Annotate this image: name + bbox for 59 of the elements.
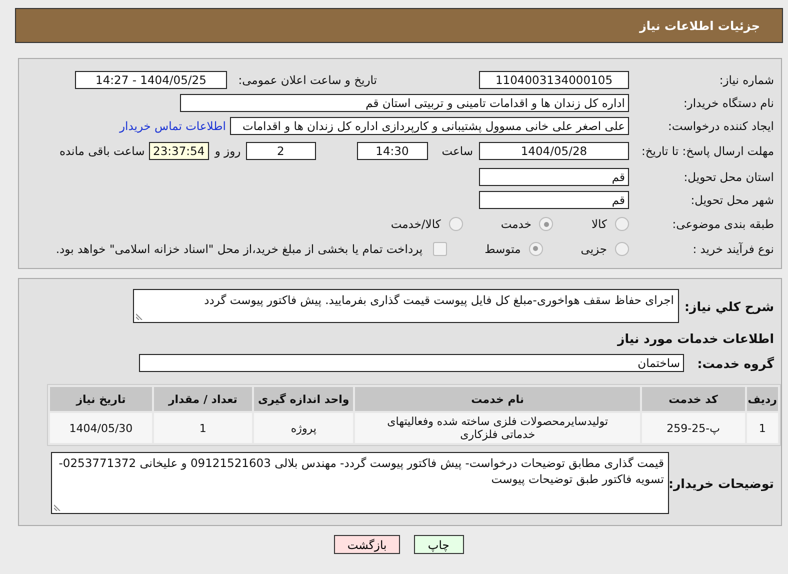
- radio-button[interactable]: [528, 242, 543, 256]
- field-label: نوع فرآیند خرید :: [692, 242, 774, 256]
- need-number-field[interactable]: 1104003134000105: [479, 70, 629, 88]
- column-header: ردیف: [746, 387, 778, 411]
- resize-grip-icon[interactable]: [54, 503, 62, 511]
- table-cell: 1: [154, 413, 252, 443]
- field-label: نام دستگاه خریدار:: [682, 96, 774, 110]
- province-field[interactable]: قم: [479, 168, 629, 186]
- service-group-field[interactable]: ساختمان: [139, 354, 684, 372]
- deadline-time-field[interactable]: 14:30: [356, 142, 428, 160]
- radio-label: خدمت: [500, 217, 532, 231]
- days-field[interactable]: 2: [246, 142, 316, 160]
- field-label: طبقه بندی موضوعی:: [671, 217, 774, 231]
- deadline-date-field[interactable]: 1404/05/28: [479, 142, 629, 160]
- announce-date-field[interactable]: 1404/05/25 - 14:27: [75, 70, 227, 88]
- city-field[interactable]: قم: [479, 190, 629, 208]
- table-cell: پ-25-259: [642, 413, 745, 443]
- table-cell: تولیدسایرمحصولات فلزی ساخته شده وفعالیتهای خدماتی فلزکاری: [355, 413, 640, 443]
- resize-grip-icon[interactable]: [136, 312, 144, 320]
- field-label: تاریخ و ساعت اعلان عمومی:: [237, 72, 377, 86]
- field-label: توضیحات خریدار:: [669, 476, 774, 490]
- remaining-time-field: 23:37:54: [148, 142, 209, 160]
- radio-button[interactable]: [615, 217, 629, 231]
- days-label: روز و: [214, 144, 241, 158]
- column-header: نام خدمت: [355, 387, 640, 411]
- time-label: ساعت: [442, 144, 473, 158]
- radio-button[interactable]: [539, 217, 554, 231]
- radio-button[interactable]: [615, 242, 629, 256]
- buyer-field[interactable]: اداره کل زندان ها و اقدامات تامینی و تربیتی استان قم: [180, 94, 629, 112]
- creator-field[interactable]: علی اصغر علی خانی مسوول پشتیبانی و کارپردازی اداره کل زندان ها و اقدامات: [230, 116, 629, 134]
- checkbox-label: پرداخت تمام یا بخشی از مبلغ خرید،از محل "اسناد خزانه اسلامی" خواهد بود.: [56, 242, 423, 256]
- radio-label: کالا/خدمت: [390, 217, 441, 231]
- column-header: واحد اندازه گیری: [254, 387, 354, 411]
- section-title: اطلاعات خدمات مورد نیاز: [618, 331, 774, 346]
- table-cell: پروژه: [254, 413, 354, 443]
- field-label: ایجاد کننده درخواست:: [667, 118, 774, 132]
- buyer-contact-link[interactable]: اطلاعات تماس خریدار: [119, 118, 226, 132]
- field-label: استان محل تحویل:: [682, 170, 774, 184]
- checkbox[interactable]: [432, 242, 447, 256]
- radio-label: جزیی: [580, 242, 607, 256]
- radio-label: کالا: [591, 217, 607, 231]
- column-header: کد خدمت: [642, 387, 745, 411]
- column-header: تعداد / مقدار: [154, 387, 252, 411]
- field-label: شهر محل تحویل:: [690, 192, 774, 206]
- field-label: گروه خدمت:: [696, 356, 774, 370]
- field-label: مهلت ارسال پاسخ: تا تاریخ:: [640, 144, 774, 158]
- remaining-label: ساعت باقی مانده: [60, 144, 145, 158]
- page-title: جزئیات اطلاعات نیاز: [639, 18, 760, 32]
- back-button[interactable]: بازگشت: [334, 535, 400, 554]
- radio-label: متوسط: [484, 242, 521, 256]
- field-label: شرح کلي نیاز:: [684, 299, 774, 314]
- table-cell: 1404/05/30: [50, 413, 152, 443]
- description-textarea[interactable]: اجرای حفاظ سقف هواخوری-مبلغ کل فایل پیوست قیمت گذاری بفرمایید. پیش فاکتور پیوست گردد: [133, 289, 679, 323]
- print-button[interactable]: چاپ: [414, 535, 464, 554]
- table-cell: 1: [746, 413, 778, 443]
- radio-button[interactable]: [448, 217, 463, 231]
- buyer-notes-textarea[interactable]: قیمت گذاری مطابق توضیحات درخواست- پیش فاکتور پیوست گردد- مهندس بلالی 09121521603 و علیخانی 0253771372- تسویه فاکتور طبق توضیحات پیوست: [51, 452, 669, 514]
- column-header: تاریخ نیاز: [50, 387, 152, 411]
- field-label: شماره نیاز:: [718, 72, 774, 86]
